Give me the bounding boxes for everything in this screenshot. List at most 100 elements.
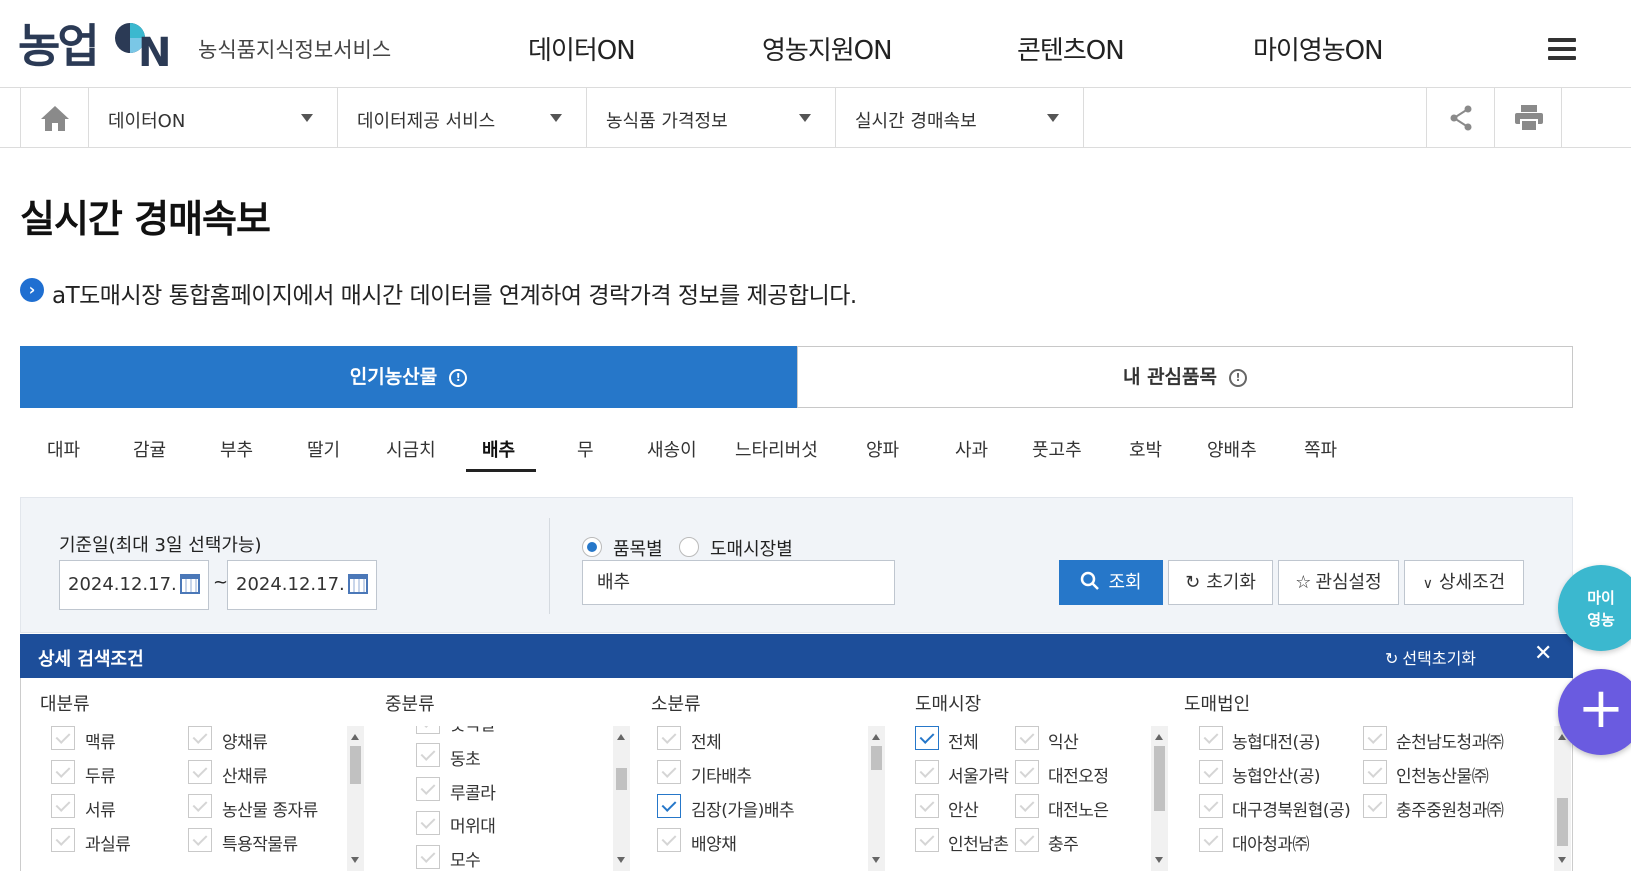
info-icon[interactable]: ! xyxy=(449,368,468,387)
checkbox-label: 숫녹갈 xyxy=(450,726,496,735)
checkbox[interactable] xyxy=(1199,726,1223,750)
checkbox[interactable] xyxy=(1199,760,1223,784)
interest-setting-button[interactable]: ☆ 관심설정 xyxy=(1278,560,1399,605)
nongup-on-logo[interactable]: 농업 N xyxy=(18,14,180,72)
date-to-input[interactable]: 2024.12.17. xyxy=(227,560,377,610)
category-item[interactable]: 무 xyxy=(577,436,594,462)
checkbox[interactable] xyxy=(1199,794,1223,818)
radio-by-market[interactable] xyxy=(679,537,699,557)
date-from-input[interactable]: 2024.12.17. xyxy=(59,560,209,610)
checkbox[interactable] xyxy=(1363,726,1387,750)
checkbox[interactable] xyxy=(1015,760,1039,784)
category-item[interactable]: 딸기 xyxy=(307,436,340,462)
info-icon[interactable]: ! xyxy=(1229,368,1247,387)
search-button[interactable]: 조회 xyxy=(1059,560,1163,605)
scrollbar[interactable] xyxy=(613,726,630,871)
nav-contents-on[interactable]: 콘텐츠ON xyxy=(1017,30,1125,67)
category-item[interactable]: 사과 xyxy=(955,436,988,462)
category-item[interactable]: 쪽파 xyxy=(1304,436,1337,462)
detail-condition-body: 대분류 중분류 소분류 도매시장 도매법인 맥류 양채류 두류 산채류 서류 농… xyxy=(20,678,1573,871)
checkbox[interactable] xyxy=(1015,726,1039,750)
date-separator: ~ xyxy=(213,572,229,593)
checkbox-label: 농협안산(공) xyxy=(1232,767,1320,787)
site-header: 농업 N 농식품지식정보서비스 데이터ON 영농지원ON 콘텐츠ON 마이영농O… xyxy=(0,0,1631,88)
category-item[interactable]: 호박 xyxy=(1129,436,1162,462)
checkbox-label: 순천남도청과㈜ xyxy=(1396,733,1504,753)
category-item[interactable]: 양배추 xyxy=(1207,436,1257,462)
checkbox[interactable] xyxy=(188,726,212,750)
major-category-header: 대분류 xyxy=(40,694,90,715)
detail-condition-button[interactable]: ∨ 상세조건 xyxy=(1404,560,1524,605)
category-item[interactable]: 느타리버섯 xyxy=(735,436,818,462)
nav-data-on[interactable]: 데이터ON xyxy=(528,30,636,67)
scrollbar[interactable] xyxy=(868,726,885,871)
checkbox[interactable] xyxy=(1199,828,1223,852)
svg-text:N: N xyxy=(138,30,171,72)
checkbox[interactable] xyxy=(188,760,212,784)
reset-button[interactable]: ↻ 초기화 xyxy=(1168,560,1273,605)
close-icon[interactable]: ✕ xyxy=(1534,641,1552,666)
date-to-value: 2024.12.17. xyxy=(236,574,345,595)
checkbox[interactable] xyxy=(188,828,212,852)
scrollbar[interactable] xyxy=(1554,726,1571,871)
breadcrumb-select-2[interactable]: 데이터제공 서비스 xyxy=(337,88,586,148)
nav-my-farming-on[interactable]: 마이영농ON xyxy=(1253,30,1384,67)
checkbox[interactable] xyxy=(416,845,440,869)
breadcrumb-select-3[interactable]: 농식품 가격정보 xyxy=(586,88,835,148)
checkbox[interactable] xyxy=(1363,794,1387,818)
nav-farming-support-on[interactable]: 영농지원ON xyxy=(762,30,893,67)
scrollbar[interactable] xyxy=(1151,726,1168,871)
checkbox[interactable] xyxy=(657,760,681,784)
checkbox[interactable] xyxy=(657,726,681,750)
checkbox[interactable] xyxy=(915,760,939,784)
menu-icon[interactable] xyxy=(1548,38,1576,60)
scrollbar[interactable] xyxy=(347,726,364,871)
selection-reset-button[interactable]: ↻ 선택초기화 xyxy=(1385,645,1476,669)
checkbox[interactable] xyxy=(416,726,440,734)
category-item[interactable]: 시금치 xyxy=(386,436,436,462)
breadcrumb-select-1[interactable]: 데이터ON xyxy=(88,88,337,148)
checkbox[interactable] xyxy=(915,794,939,818)
share-button[interactable] xyxy=(1426,88,1494,148)
checkbox[interactable] xyxy=(1015,794,1039,818)
tab-my-interest[interactable]: 내 관심품목! xyxy=(797,346,1573,408)
checkbox-label: 기타배추 xyxy=(691,767,752,787)
detail-button-label: 상세조건 xyxy=(1439,572,1506,593)
checkbox[interactable] xyxy=(416,811,440,835)
radio-by-item[interactable] xyxy=(582,537,602,557)
home-button[interactable] xyxy=(20,88,88,148)
checkbox-label: 안산 xyxy=(948,801,979,821)
checkbox-checked[interactable] xyxy=(915,726,939,750)
page-description: aT도매시장 통합홈페이지에서 매시간 데이터를 연계하여 경락가격 정보를 제… xyxy=(52,283,857,309)
tab-label: 인기농산물 xyxy=(349,366,438,388)
category-item[interactable]: 풋고추 xyxy=(1032,436,1082,462)
checkbox-checked[interactable] xyxy=(657,794,681,818)
category-item[interactable]: 감귤 xyxy=(133,436,166,462)
item-input[interactable]: 배추 xyxy=(582,560,895,605)
checkbox[interactable] xyxy=(1015,828,1039,852)
calendar-icon[interactable] xyxy=(348,574,368,594)
category-item-selected[interactable]: 배추 xyxy=(482,436,515,462)
checkbox[interactable] xyxy=(51,760,75,784)
category-item[interactable]: 부추 xyxy=(220,436,253,462)
tab-popular-products[interactable]: 인기농산물! xyxy=(20,346,797,408)
category-item[interactable]: 새송이 xyxy=(647,436,697,462)
print-button[interactable] xyxy=(1494,88,1562,148)
calendar-icon[interactable] xyxy=(180,574,200,594)
checkbox[interactable] xyxy=(416,777,440,801)
category-item[interactable]: 양파 xyxy=(866,436,899,462)
checkbox[interactable] xyxy=(188,794,212,818)
chevron-down-icon xyxy=(1047,114,1059,122)
checkbox[interactable] xyxy=(657,828,681,852)
checkbox-label: 인천농산물㈜ xyxy=(1396,767,1489,787)
checkbox[interactable] xyxy=(915,828,939,852)
breadcrumb-select-4[interactable]: 실시간 경매속보 xyxy=(835,88,1084,148)
checkbox[interactable] xyxy=(51,794,75,818)
checkbox[interactable] xyxy=(1363,760,1387,784)
checkbox[interactable] xyxy=(51,828,75,852)
interest-button-label: 관심설정 xyxy=(1315,572,1382,593)
checkbox[interactable] xyxy=(51,726,75,750)
checkbox[interactable] xyxy=(416,743,440,767)
category-item[interactable]: 대파 xyxy=(47,436,80,462)
selected-underline xyxy=(466,469,536,472)
